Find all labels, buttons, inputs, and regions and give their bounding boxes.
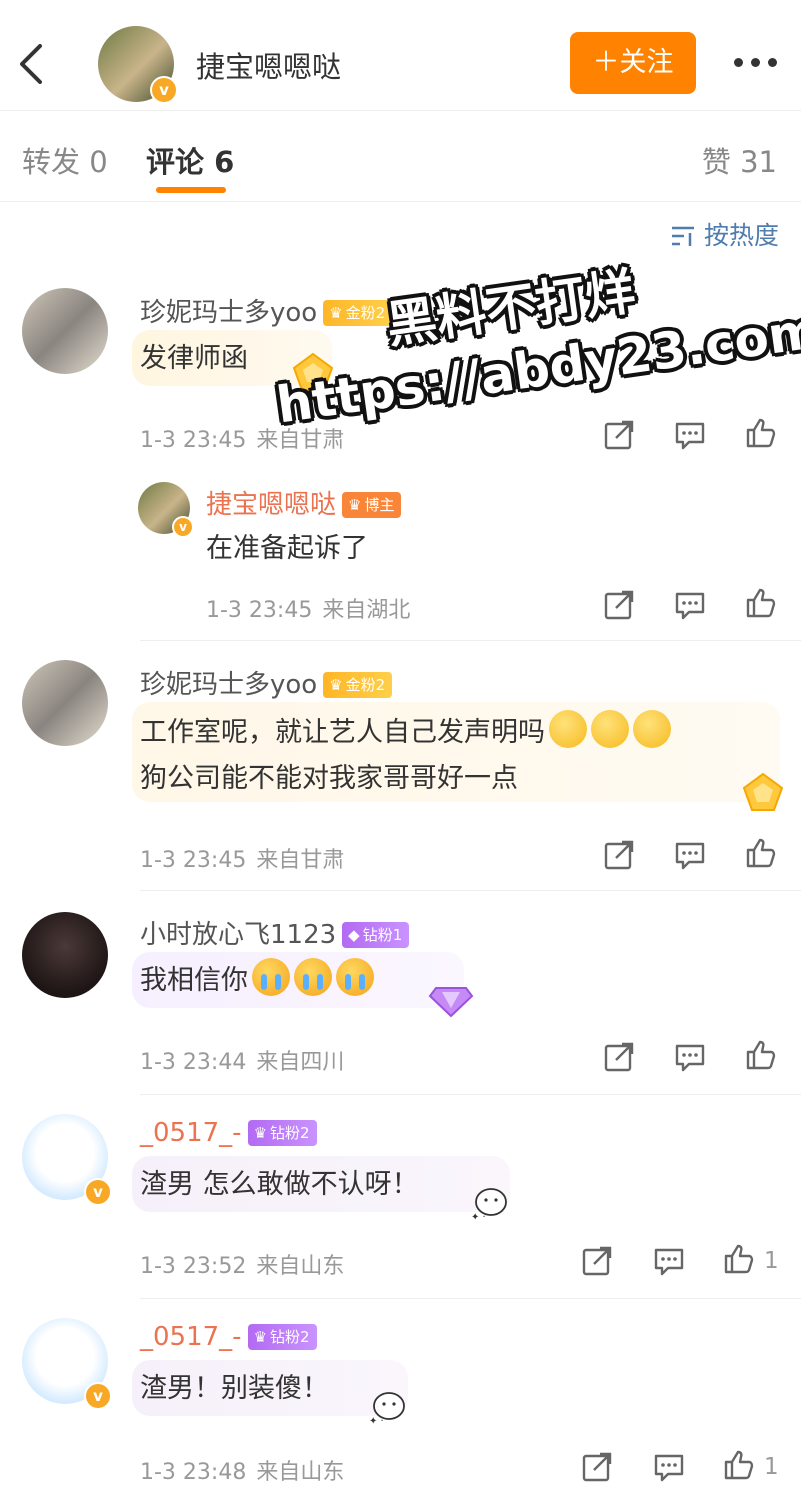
tab-bar: 转发 0 评论 6 赞 31 [0, 111, 801, 202]
crying-emoji-icon [252, 958, 290, 996]
active-tab-indicator [156, 187, 226, 193]
like-icon[interactable] [744, 1038, 778, 1072]
like-icon[interactable] [744, 416, 778, 450]
share-icon[interactable] [602, 588, 636, 622]
verified-badge-icon: v [150, 76, 178, 104]
top-bar: v 捷宝嗯嗯哒 ＋关注 [0, 0, 801, 111]
share-icon[interactable] [580, 1244, 614, 1278]
reply-icon[interactable] [673, 418, 707, 452]
reply-icon[interactable] [673, 1040, 707, 1074]
verified-badge-icon: v [172, 516, 194, 538]
like-icon[interactable] [744, 836, 778, 870]
verified-badge-icon: v [84, 1382, 112, 1410]
thinking-emoji-icon [591, 710, 629, 748]
reply-icon[interactable] [673, 838, 707, 872]
comment-meta: 1-3 23:45 来自甘肃 [140, 848, 345, 873]
like-icon[interactable] [744, 586, 778, 620]
comment-meta: 1-3 23:52 来自山东 [140, 1254, 345, 1279]
like-count: 1 [764, 1248, 779, 1274]
tab-reposts[interactable]: 转发 0 [22, 139, 108, 181]
fan-badge: ♛ 钻粉2 [247, 1324, 317, 1350]
crown-icon: ♛ [329, 676, 343, 694]
comment-username[interactable]: 珍妮玛士多yoo ♛ 金粉2 [140, 664, 393, 701]
fan-badge: ♛ 金粉2 [323, 672, 393, 698]
crying-emoji-icon [294, 958, 332, 996]
svg-text:✦ ·: ✦ · [471, 1212, 486, 1223]
comment-meta: 1-3 23:45 来自湖北 [206, 598, 411, 623]
sort-icon [670, 224, 696, 246]
more-dots-icon[interactable] [730, 50, 780, 74]
crown-icon: ♛ [348, 496, 362, 514]
purple-gem-icon [428, 974, 474, 1020]
like-icon[interactable] [722, 1242, 756, 1276]
crown-icon: ♛ [253, 1124, 268, 1142]
divider [140, 640, 801, 641]
share-icon[interactable] [602, 418, 636, 452]
divider [140, 890, 801, 891]
watermark-overlay: 黑料不打烊 https://abdy23.com [264, 234, 801, 437]
gold-gem-icon [740, 770, 786, 816]
comment-username[interactable]: 捷宝嗯嗯哒 ♛ 博主 [206, 484, 402, 521]
author-badge: ♛ 博主 [342, 492, 402, 518]
share-icon[interactable] [602, 1040, 636, 1074]
comment-username[interactable]: 小时放心飞1123 ◆ 钻粉1 [140, 914, 410, 951]
share-icon[interactable] [580, 1450, 614, 1484]
cute-character-sticker-icon: ✦ · [468, 1178, 514, 1224]
back-icon[interactable] [14, 40, 54, 88]
reply-icon[interactable] [652, 1244, 686, 1278]
comment-meta: 1-3 23:48 来自山东 [140, 1460, 345, 1485]
avatar[interactable] [22, 912, 108, 998]
diamond-icon: ◆ [348, 926, 360, 944]
like-count: 1 [764, 1454, 779, 1480]
cute-character-sticker-icon: ✦ · [366, 1382, 412, 1428]
comment-text: 发律师函 [140, 343, 248, 374]
share-icon[interactable] [602, 838, 636, 872]
comment-text-line2: 狗公司能不能对我家哥哥好一点 [140, 763, 518, 794]
comment-text-line1: 工作室呢，就让艺人自己发声明吗 [140, 710, 671, 756]
comment-username[interactable]: _0517_- ♛ 钻粉2 [140, 1118, 317, 1148]
tab-comments[interactable]: 评论 6 [146, 139, 234, 181]
comment-text: 渣男 怎么敢做不认呀！ [140, 1169, 419, 1200]
like-icon[interactable] [722, 1448, 756, 1482]
thinking-emoji-icon [633, 710, 671, 748]
thinking-emoji-icon [549, 710, 587, 748]
fan-badge: ♛ 钻粉2 [247, 1120, 317, 1146]
comment-text: 我相信你 [140, 958, 374, 1004]
comment-text: 渣男！别装傻！ [140, 1373, 329, 1404]
author-name[interactable]: 捷宝嗯嗯哒 [196, 44, 341, 86]
tab-likes[interactable]: 赞 31 [702, 139, 777, 181]
comment-meta: 1-3 23:44 来自四川 [140, 1050, 345, 1075]
follow-button[interactable]: ＋关注 [570, 32, 696, 94]
divider [140, 1094, 801, 1095]
reply-icon[interactable] [652, 1450, 686, 1484]
divider [140, 1298, 801, 1299]
avatar[interactable] [22, 660, 108, 746]
avatar[interactable] [22, 288, 108, 374]
comment-username[interactable]: _0517_- ♛ 钻粉2 [140, 1322, 317, 1352]
verified-badge-icon: v [84, 1178, 112, 1206]
crying-emoji-icon [336, 958, 374, 996]
reply-icon[interactable] [673, 588, 707, 622]
crown-icon: ♛ [253, 1328, 268, 1346]
fan-badge: ◆ 钻粉1 [342, 922, 410, 948]
svg-text:✦ ·: ✦ · [369, 1416, 384, 1427]
comment-text: 在准备起诉了 [206, 533, 368, 564]
